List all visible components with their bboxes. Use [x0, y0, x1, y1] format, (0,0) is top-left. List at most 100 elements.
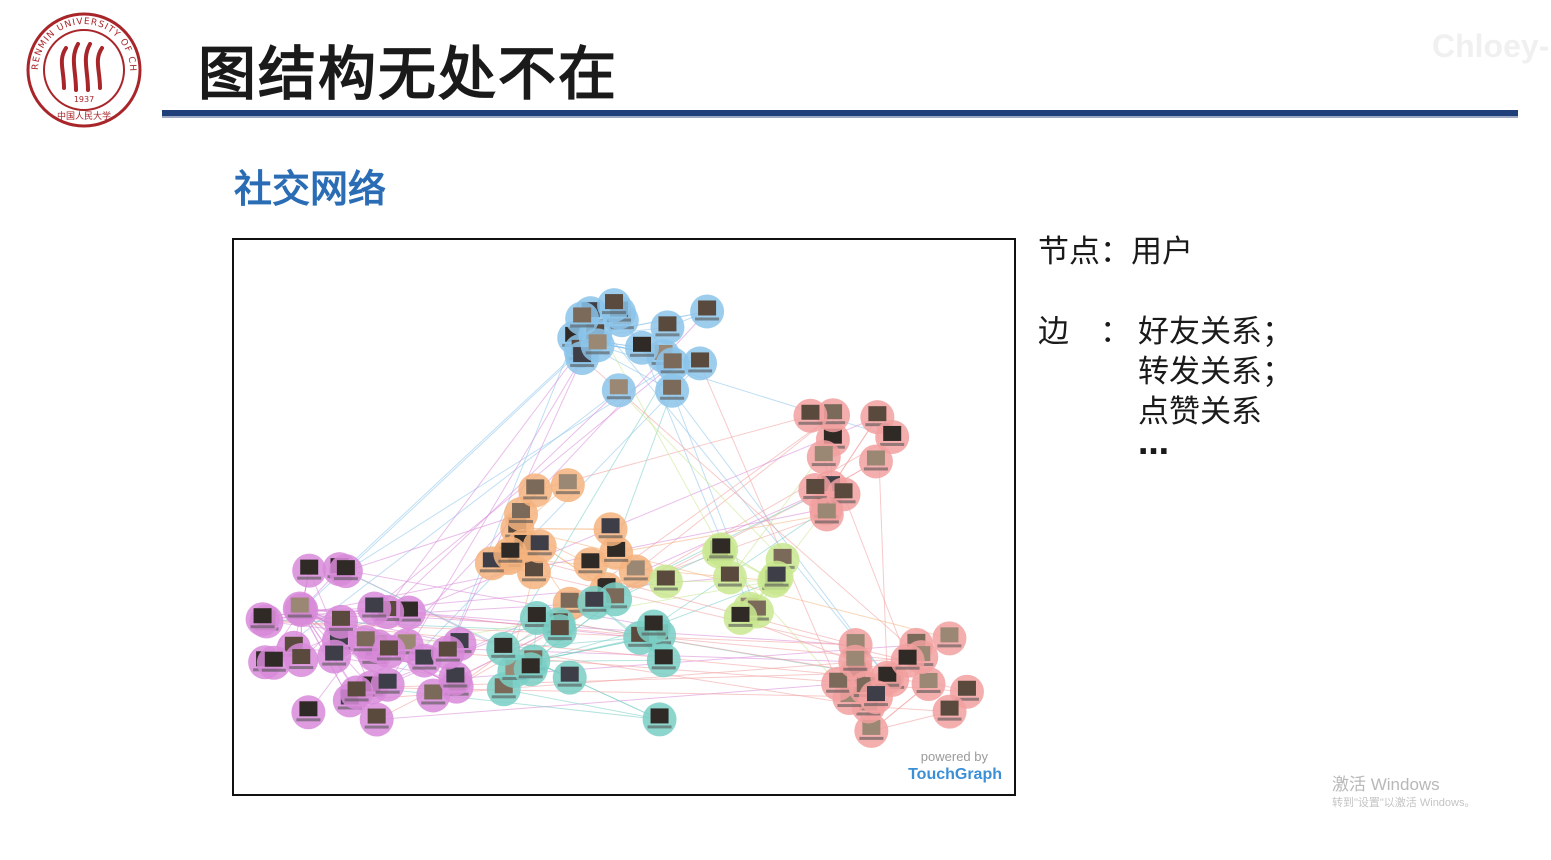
avatar-icon	[866, 686, 885, 702]
avatar-icon	[767, 566, 786, 582]
user-node	[932, 621, 967, 656]
edge-type-repost: 转发关系；	[1138, 354, 1293, 390]
avatar-icon	[801, 404, 820, 420]
user-node	[723, 600, 758, 635]
avatar-icon	[494, 637, 513, 653]
avatar-icon	[526, 479, 545, 495]
user-node	[858, 680, 893, 715]
avatar-icon	[581, 553, 600, 569]
user-node	[642, 702, 677, 737]
avatar-icon	[817, 503, 836, 519]
powered-by-label: powered by	[920, 749, 988, 764]
user-node	[550, 468, 585, 503]
user-node	[357, 591, 392, 626]
avatar-icon	[883, 425, 902, 441]
avatar-icon	[868, 406, 887, 422]
avatar-icon	[356, 631, 375, 647]
avatar-icon	[846, 650, 865, 666]
nodes-line: 节点：用户	[1038, 232, 1193, 272]
avatar-icon	[834, 483, 853, 499]
avatar-icon	[525, 561, 544, 577]
network-graph	[245, 288, 984, 748]
avatar-icon	[866, 450, 885, 466]
avatar-icon	[415, 649, 434, 665]
section-heading: 社交网络	[234, 167, 387, 211]
avatar-icon	[501, 542, 520, 558]
avatar-icon	[336, 560, 355, 576]
avatar-icon	[379, 640, 398, 656]
avatar-icon	[550, 620, 569, 636]
touchgraph-brand: TouchGraph	[908, 766, 1002, 783]
user-node	[577, 585, 612, 620]
user-node	[890, 643, 925, 678]
user-node	[284, 643, 319, 678]
user-node	[646, 643, 681, 678]
user-node	[282, 591, 317, 626]
avatar-icon	[527, 607, 546, 623]
avatar-icon	[712, 538, 731, 554]
avatar-icon	[814, 446, 833, 462]
avatar-icon	[264, 651, 283, 667]
user-node	[655, 373, 690, 408]
avatar-icon	[325, 645, 344, 661]
user-node	[593, 512, 628, 547]
avatar-icon	[378, 673, 397, 689]
user-node	[932, 694, 967, 729]
avatar-icon	[560, 666, 579, 682]
avatar-icon	[300, 559, 319, 575]
user-node	[542, 614, 577, 649]
avatar-icon	[365, 597, 384, 613]
avatar-icon	[588, 334, 607, 350]
user-node	[806, 440, 841, 475]
avatar-icon	[573, 307, 592, 323]
avatar-icon	[940, 627, 959, 643]
user-node	[597, 288, 632, 323]
avatar-icon	[446, 667, 465, 683]
user-node	[793, 398, 828, 433]
user-node	[328, 554, 363, 589]
avatar-icon	[609, 379, 628, 395]
avatar-icon	[521, 658, 540, 674]
edge-ellipsis: …	[1138, 426, 1169, 462]
user-node	[371, 634, 406, 669]
user-node	[518, 473, 553, 508]
activation-watermark: 激活 Windows	[1332, 775, 1440, 794]
social-network-figure: powered by TouchGraph	[232, 238, 1016, 796]
avatar-icon	[253, 608, 272, 624]
avatar-icon	[290, 597, 309, 613]
avatar-icon	[957, 680, 976, 696]
user-node	[430, 635, 465, 670]
user-node	[324, 604, 359, 639]
avatar-icon	[658, 316, 677, 332]
avatar-icon	[898, 649, 917, 665]
avatar-icon	[691, 352, 710, 368]
avatar-icon	[720, 566, 739, 582]
user-node	[486, 631, 521, 666]
avatar-icon	[560, 592, 579, 608]
avatar-icon	[940, 700, 959, 716]
user-node	[712, 560, 747, 595]
user-node	[650, 310, 685, 345]
avatar-icon	[530, 535, 549, 551]
activation-watermark-sub: 转到"设置"以激活 Windows。	[1332, 797, 1476, 809]
avatar-icon	[299, 701, 318, 717]
user-node	[838, 644, 873, 679]
nodes-value: 用户	[1131, 234, 1193, 270]
avatar-icon	[654, 649, 673, 665]
presenter-watermark: Chloey-	[1432, 28, 1550, 64]
user-node	[690, 294, 725, 329]
title-divider	[162, 110, 1518, 118]
user-node	[291, 695, 326, 730]
avatar-icon	[558, 474, 577, 490]
avatar-icon	[829, 672, 848, 688]
user-node	[317, 639, 352, 674]
avatar-icon	[663, 379, 682, 395]
avatar-icon	[601, 518, 620, 534]
avatar-icon	[698, 300, 717, 316]
avatar-icon	[644, 615, 663, 631]
user-node	[493, 536, 528, 571]
user-node	[339, 675, 374, 710]
logo-chinese-name: 中国人民大学	[57, 110, 111, 122]
avatar-icon	[585, 591, 604, 607]
avatar-icon	[650, 708, 669, 724]
